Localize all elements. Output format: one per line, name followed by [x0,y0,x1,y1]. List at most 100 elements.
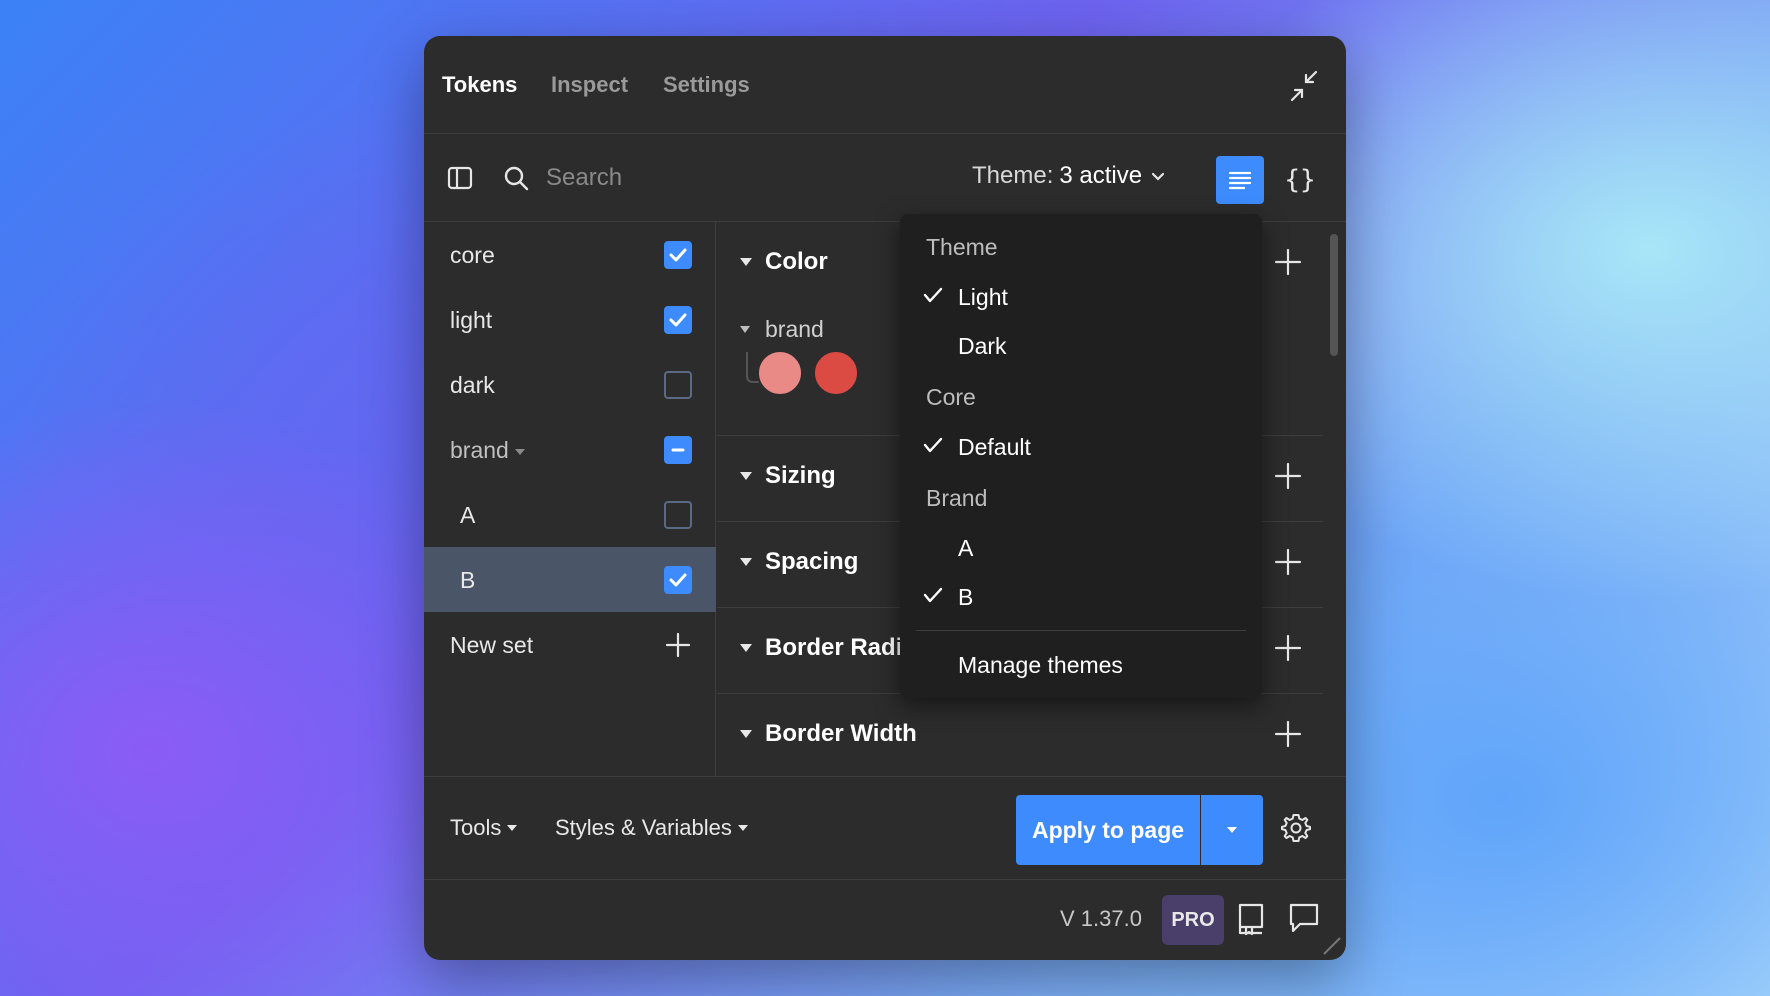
check-icon [923,587,943,603]
group-title[interactable]: Color [765,248,828,276]
caret-down-icon [1227,827,1237,833]
token-set-brand[interactable]: brand [424,417,716,482]
group-title[interactable]: Border Width [765,720,917,748]
token-set-dark[interactable]: dark [424,352,716,417]
theme-select-value: 3 active [1059,162,1143,189]
caret-down-icon [507,825,518,831]
token-set-checkbox[interactable] [664,241,692,269]
color-swatch[interactable] [813,350,859,396]
list-icon [1228,171,1252,190]
subgroup-brand[interactable]: brand [765,316,824,343]
scrollbar[interactable] [1330,234,1338,356]
caret-down-icon[interactable] [740,258,752,266]
new-set-row[interactable]: New set [424,612,716,677]
minus-icon [671,448,685,452]
caret-down-icon [737,825,748,831]
tab-bar: Tokens Inspect Settings [424,36,1346,134]
plus-icon [1274,548,1302,576]
tab-inspect[interactable]: Inspect [551,72,628,98]
token-set-checkbox[interactable] [664,371,692,399]
tools-menu[interactable]: Tools [450,815,518,841]
color-swatch[interactable] [757,350,803,396]
group-title[interactable]: Spacing [765,548,858,576]
plus-icon [1274,248,1302,276]
plus-icon [1274,462,1302,490]
resize-handle-icon[interactable] [1320,934,1342,956]
token-set-a[interactable]: A [424,482,716,547]
menu-divider [916,630,1246,631]
sidebar-toggle-icon[interactable] [446,164,474,197]
group-border-width: Border Width [717,694,1323,776]
menu-item-dark[interactable]: Dark [958,333,1007,360]
caret-down-icon[interactable] [740,730,752,738]
plus-icon [1274,720,1302,748]
add-token-button[interactable] [1274,248,1302,281]
braces-icon: {} [1284,165,1316,195]
check-icon [669,248,687,262]
token-set-checkbox[interactable] [664,436,692,464]
apply-to-page-button[interactable]: Apply to page [1016,795,1200,865]
caret-down-icon[interactable] [740,644,752,652]
styles-variables-label: Styles & Variables [555,815,732,840]
token-set-label: dark [450,372,495,398]
theme-select-label: Theme: [972,162,1054,189]
menu-heading-core: Core [926,384,976,410]
token-set-label: B [460,567,476,593]
token-set-checkbox[interactable] [664,501,692,529]
token-set-label: light [450,307,493,333]
apply-options-button[interactable] [1201,795,1263,865]
menu-heading-theme: Theme [926,234,998,260]
menu-item-b[interactable]: B [958,584,973,611]
book-icon[interactable] [1236,902,1266,941]
tools-menu-label: Tools [450,815,502,840]
token-set-checkbox[interactable] [664,306,692,334]
menu-item-default[interactable]: Default [958,434,1031,461]
add-token-button[interactable] [1274,634,1302,667]
plus-icon [1274,634,1302,662]
check-icon [923,437,943,453]
json-view-button[interactable]: {} [1276,156,1324,204]
styles-variables-menu[interactable]: Styles & Variables [555,815,748,841]
token-set-label: brand [450,437,526,464]
menu-item-light[interactable]: Light [958,284,1008,311]
group-title[interactable]: Sizing [765,462,836,490]
toolbar: Theme: 3 active {} [424,134,1346,222]
caret-down-icon[interactable] [740,472,752,480]
token-set-b[interactable]: B [424,547,716,612]
add-set-button[interactable] [664,631,692,664]
manage-themes-item[interactable]: Manage themes [958,652,1123,679]
check-icon [923,287,943,303]
theme-dropdown-menu: Theme Light Dark Core Default Brand A B … [900,214,1262,698]
caret-down-icon[interactable] [740,326,750,333]
search-icon [502,164,530,197]
caret-down-icon [515,448,526,455]
check-icon [669,313,687,327]
list-view-button[interactable] [1216,156,1264,204]
plus-icon [665,632,691,658]
token-set-checkbox[interactable] [664,566,692,594]
new-set-label: New set [450,632,534,658]
add-token-button[interactable] [1274,720,1302,753]
group-title[interactable]: Border Radiu [765,634,917,662]
token-sets-sidebar: core light dark brand A B New set [424,222,716,776]
menu-heading-brand: Brand [926,485,988,511]
menu-item-a[interactable]: A [958,535,973,562]
footer: Tools Styles & Variables Apply to page [424,776,1346,880]
pro-badge[interactable]: PRO [1162,895,1224,945]
feedback-icon[interactable] [1288,902,1320,941]
token-set-core[interactable]: core [424,222,716,287]
token-set-label: core [450,242,495,268]
search-input[interactable] [546,160,846,196]
minimize-icon[interactable] [1284,66,1324,106]
status-bar: V 1.37.0 PRO [424,880,1346,960]
tab-tokens[interactable]: Tokens [442,72,517,98]
tab-settings[interactable]: Settings [663,72,750,98]
add-token-button[interactable] [1274,462,1302,495]
gear-icon[interactable] [1280,812,1312,849]
token-set-light[interactable]: light [424,287,716,352]
add-token-button[interactable] [1274,548,1302,581]
caret-down-icon[interactable] [740,558,752,566]
token-set-label: A [460,502,476,528]
theme-select[interactable]: Theme: 3 active [972,162,1168,190]
version-label: V 1.37.0 [1060,906,1142,931]
